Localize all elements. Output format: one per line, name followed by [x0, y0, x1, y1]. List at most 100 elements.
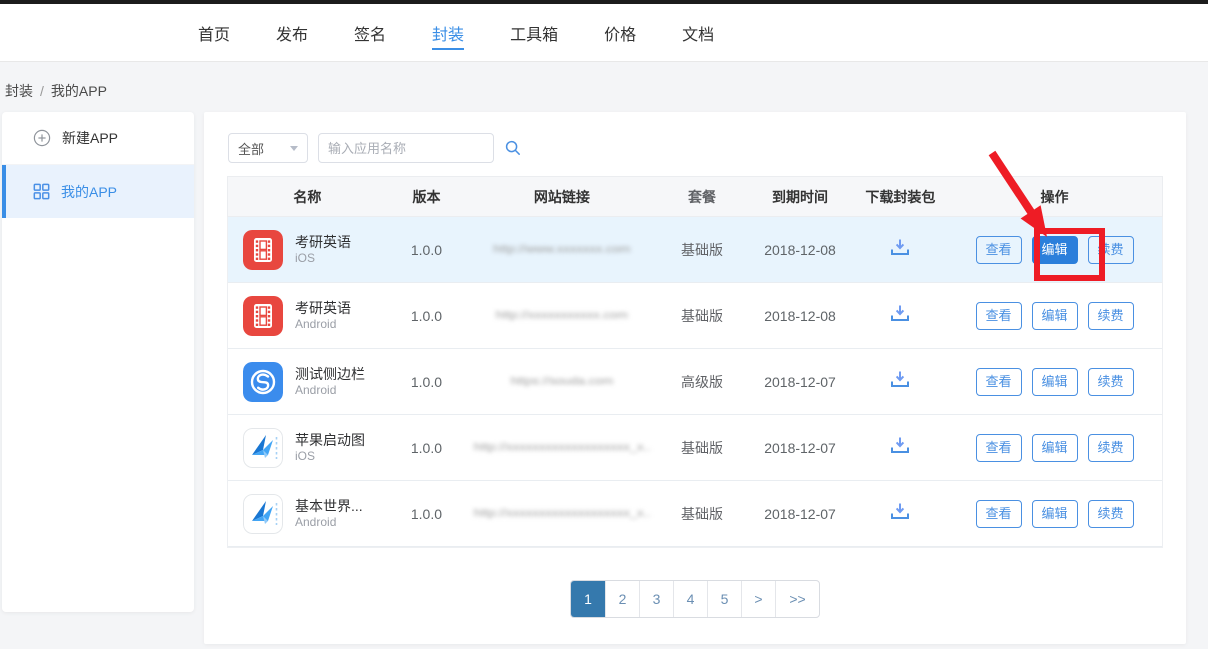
nav-tab-sign[interactable]: 签名	[354, 4, 386, 61]
view-button[interactable]: 查看	[976, 302, 1022, 330]
version-cell: 1.0.0	[387, 242, 466, 258]
plan-cell: 高级版	[658, 372, 747, 392]
nav-tab-home[interactable]: 首页	[198, 4, 230, 61]
renew-button[interactable]: 续费	[1088, 500, 1134, 528]
breadcrumb-separator: /	[40, 83, 44, 99]
plan-cell: 基础版	[658, 306, 747, 326]
app-platform: Android	[295, 515, 363, 531]
app-name-cell: 基本世界...Android	[228, 494, 387, 534]
app-name-cell: 考研英语Android	[228, 296, 387, 336]
app-platform: Android	[295, 317, 351, 333]
download-icon[interactable]	[888, 370, 912, 390]
category-select[interactable]: 全部	[228, 133, 308, 163]
search-box	[318, 133, 494, 163]
download-icon[interactable]	[888, 502, 912, 522]
s-swirl-icon	[243, 362, 283, 402]
view-button[interactable]: 查看	[976, 368, 1022, 396]
film-icon	[243, 230, 283, 270]
page-button-4[interactable]: 4	[673, 581, 707, 617]
search-input[interactable]	[328, 141, 504, 156]
edit-button[interactable]: 编辑	[1032, 500, 1078, 528]
masked-url: http://www.xxxxxxx.com	[493, 242, 630, 255]
table-row: 苹果启动图iOS 1.0.0 http://xxxxxxxxxxxxxxxxxx…	[228, 415, 1162, 481]
main-panel: 全部 名称 版本 网站链接 套餐 到期时间 下载封装包 操作 考研英	[204, 112, 1186, 644]
operations-cell: 查看 编辑 续费	[947, 500, 1162, 528]
col-header-plan: 套餐	[658, 187, 747, 207]
operations-cell: 查看 编辑 续费	[947, 302, 1162, 330]
expiry-cell: 2018-12-08	[746, 308, 853, 324]
app-title: 考研英语	[295, 299, 351, 317]
view-button[interactable]: 查看	[976, 236, 1022, 264]
film-icon	[243, 296, 283, 336]
expiry-cell: 2018-12-08	[746, 242, 853, 258]
app-title: 苹果启动图	[295, 431, 365, 449]
url-cell: http://xxxxxxxxxxx.com	[466, 307, 657, 325]
edit-button[interactable]: 编辑	[1032, 236, 1078, 264]
download-cell	[854, 436, 947, 459]
page-button-1[interactable]: 1	[571, 581, 605, 617]
sidebar-item-label: 新建APP	[62, 128, 118, 148]
app-platform: iOS	[295, 251, 351, 267]
table-row: 考研英语iOS 1.0.0 http://www.xxxxxxx.com 基础版…	[228, 217, 1162, 283]
nav-tab-publish[interactable]: 发布	[276, 4, 308, 61]
app-name-cell: 考研英语iOS	[228, 230, 387, 270]
app-name-cell: 苹果启动图iOS	[228, 428, 387, 468]
masked-url: http://xxxxxxxxxxxxxxxxxxx_x...	[474, 506, 650, 519]
download-icon[interactable]	[888, 436, 912, 456]
renew-button[interactable]: 续费	[1088, 368, 1134, 396]
filter-row: 全部	[228, 133, 1186, 163]
view-button[interactable]: 查看	[976, 500, 1022, 528]
next-page-button[interactable]: >	[741, 581, 775, 617]
col-header-expiry: 到期时间	[746, 187, 853, 207]
sidebar-item-my-app[interactable]: 我的APP	[2, 165, 194, 218]
breadcrumb-current: 我的APP	[51, 83, 107, 99]
plan-cell: 基础版	[658, 240, 747, 260]
paper-bird-icon	[243, 494, 283, 534]
col-header-version: 版本	[387, 187, 466, 207]
col-header-operations: 操作	[947, 187, 1162, 207]
version-cell: 1.0.0	[387, 308, 466, 324]
col-header-download: 下载封装包	[854, 187, 947, 207]
breadcrumb: 封装 / 我的APP	[5, 81, 107, 101]
breadcrumb-section[interactable]: 封装	[5, 83, 33, 99]
renew-button[interactable]: 续费	[1088, 434, 1134, 462]
app-platform: Android	[295, 383, 365, 399]
page-button-3[interactable]: 3	[639, 581, 673, 617]
app-name-cell: 测试侧边栏Android	[228, 362, 387, 402]
nav-tab-package[interactable]: 封装	[432, 4, 464, 61]
plan-cell: 基础版	[658, 438, 747, 458]
download-cell	[854, 238, 947, 261]
app-title: 测试侧边栏	[295, 365, 365, 383]
download-icon[interactable]	[888, 304, 912, 324]
category-select-value: 全部	[238, 139, 264, 158]
table-row: 基本世界...Android 1.0.0 http://xxxxxxxxxxxx…	[228, 481, 1162, 547]
expiry-cell: 2018-12-07	[746, 506, 853, 522]
page-button-5[interactable]: 5	[707, 581, 741, 617]
expiry-cell: 2018-12-07	[746, 440, 853, 456]
page-button-2[interactable]: 2	[605, 581, 639, 617]
download-icon[interactable]	[888, 238, 912, 258]
operations-cell: 查看 编辑 续费	[947, 368, 1162, 396]
last-page-button[interactable]: >>	[775, 581, 819, 617]
download-cell	[854, 304, 947, 327]
search-icon[interactable]	[504, 139, 522, 157]
view-button[interactable]: 查看	[976, 434, 1022, 462]
operations-cell: 查看 编辑 续费	[947, 236, 1162, 264]
nav-tab-toolbox[interactable]: 工具箱	[510, 4, 558, 61]
app-title: 基本世界...	[295, 497, 363, 515]
paper-bird-icon	[243, 428, 283, 468]
sidebar-item-label: 我的APP	[61, 182, 117, 202]
edit-button[interactable]: 编辑	[1032, 368, 1078, 396]
edit-button[interactable]: 编辑	[1032, 434, 1078, 462]
url-cell: http://www.xxxxxxx.com	[466, 241, 657, 259]
nav-tab-pricing[interactable]: 价格	[604, 4, 636, 61]
version-cell: 1.0.0	[387, 506, 466, 522]
renew-button[interactable]: 续费	[1088, 302, 1134, 330]
operations-cell: 查看 编辑 续费	[947, 434, 1162, 462]
nav-tab-docs[interactable]: 文档	[682, 4, 714, 61]
app-platform: iOS	[295, 449, 365, 465]
sidebar-item-new-app[interactable]: 新建APP	[2, 112, 194, 165]
expiry-cell: 2018-12-07	[746, 374, 853, 390]
renew-button[interactable]: 续费	[1088, 236, 1134, 264]
edit-button[interactable]: 编辑	[1032, 302, 1078, 330]
